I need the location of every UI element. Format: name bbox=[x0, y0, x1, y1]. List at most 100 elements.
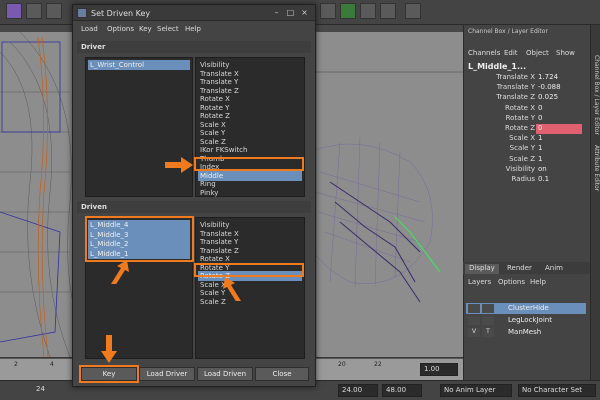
channel-row[interactable]: Translate Y -0.088 bbox=[464, 83, 591, 93]
tab-anim[interactable]: Anim bbox=[541, 264, 567, 274]
driver-attribute-item[interactable]: Pinky bbox=[198, 188, 302, 198]
layer-name: ManMesh bbox=[508, 328, 542, 336]
channel-name: Scale Z bbox=[509, 154, 535, 163]
layer-template-toggle[interactable]: T bbox=[482, 328, 494, 337]
tool-icon[interactable] bbox=[360, 3, 376, 19]
channel-value[interactable]: on bbox=[536, 165, 582, 175]
channel-row[interactable]: Translate X 1.724 bbox=[464, 73, 591, 83]
close-button[interactable]: Close bbox=[255, 367, 309, 381]
layer-row[interactable]: ClusterHide bbox=[466, 303, 586, 314]
channel-value[interactable]: 1 bbox=[536, 155, 582, 165]
channel-name: Rotate Z bbox=[505, 124, 535, 132]
menu-edit[interactable]: Edit bbox=[504, 49, 518, 57]
highlight-rotate-z-attr bbox=[194, 263, 304, 277]
channel-name: Translate X bbox=[496, 73, 535, 81]
channel-value[interactable]: 0 bbox=[536, 124, 582, 134]
channel-row[interactable]: Translate Z 0.025 bbox=[464, 93, 591, 103]
channel-value[interactable]: 0.025 bbox=[536, 93, 582, 103]
layer-row[interactable]: LegLockJoint bbox=[466, 315, 586, 326]
layer-visibility-toggle[interactable] bbox=[468, 304, 480, 313]
channel-row[interactable]: Rotate X0 bbox=[464, 104, 591, 114]
menu-options[interactable]: Options bbox=[107, 25, 134, 33]
driver-object-list[interactable]: L_Wrist_Control bbox=[85, 57, 193, 197]
arrow-up-icon bbox=[223, 277, 241, 301]
attribute-editor-tab[interactable]: Attribute Editor bbox=[592, 145, 600, 191]
channel-name: Scale Y bbox=[509, 144, 535, 153]
close-icon[interactable]: × bbox=[299, 8, 310, 18]
channel-box-tab[interactable]: Channel Box / Layer Editor bbox=[592, 55, 600, 135]
channel-value[interactable]: 0 bbox=[536, 104, 582, 114]
menu-select[interactable]: Select bbox=[157, 25, 179, 33]
channel-value[interactable]: 0.1 bbox=[536, 175, 582, 185]
side-tabs: Channel Box / Layer Editor Attribute Edi… bbox=[590, 25, 600, 380]
timeline-tick-label: 22 bbox=[374, 361, 382, 368]
dialog-menu: Load Options Key Select Help bbox=[73, 22, 315, 36]
character-set-select[interactable]: No Character Set bbox=[518, 384, 596, 397]
maya-cube-icon[interactable] bbox=[6, 3, 22, 19]
tool-icon[interactable] bbox=[405, 3, 421, 19]
driven-attribute-list[interactable]: Visibility Translate X Translate Y Translat… bbox=[195, 217, 305, 359]
arrow-right-icon bbox=[165, 157, 193, 173]
menu-channels[interactable]: Channels bbox=[468, 49, 500, 57]
channel-value[interactable]: 0 bbox=[536, 114, 582, 124]
tool-icon[interactable] bbox=[46, 3, 62, 19]
maximize-icon[interactable]: □ bbox=[285, 8, 296, 18]
range-end-field[interactable]: 48.00 bbox=[382, 384, 422, 397]
channel-value[interactable]: 1.724 bbox=[536, 73, 582, 83]
layer-visibility-toggle[interactable]: V bbox=[468, 328, 480, 337]
channel-name: Translate Z bbox=[496, 93, 535, 102]
anim-layer-select[interactable]: No Anim Layer bbox=[440, 384, 512, 397]
load-driven-button[interactable]: Load Driven bbox=[197, 367, 253, 381]
tool-icon[interactable] bbox=[380, 3, 396, 19]
menu-help[interactable]: Help bbox=[185, 25, 201, 33]
start-frame-label: 24 bbox=[36, 385, 45, 393]
menu-key[interactable]: Key bbox=[139, 25, 152, 33]
layer-template-toggle[interactable] bbox=[482, 304, 494, 313]
channel-row[interactable]: Rotate Y0 bbox=[464, 114, 591, 124]
menu-options[interactable]: Options bbox=[498, 278, 525, 286]
channel-row[interactable]: Rotate Z0 bbox=[464, 124, 591, 134]
menu-object[interactable]: Object bbox=[526, 49, 549, 57]
timeline-tick-label: 20 bbox=[338, 361, 346, 368]
menu-layers[interactable]: Layers bbox=[468, 278, 491, 286]
channel-row[interactable]: Visibility on bbox=[464, 165, 591, 175]
minimize-icon[interactable]: – bbox=[271, 8, 282, 18]
range-start-field[interactable]: 24.00 bbox=[338, 384, 378, 397]
channel-name: Visibility bbox=[505, 164, 535, 173]
channel-box-title: Channel Box / Layer Editor bbox=[468, 28, 548, 35]
channel-value[interactable]: -0.088 bbox=[536, 83, 582, 93]
layer-editor-tabs: Display Render Anim bbox=[463, 262, 590, 274]
dialog-titlebar: Set Driven Key – □ × bbox=[73, 5, 315, 21]
channel-name: Rotate Y bbox=[505, 113, 535, 122]
menu-show[interactable]: Show bbox=[556, 49, 575, 57]
tool-icon[interactable] bbox=[26, 3, 42, 19]
layer-visibility-toggle[interactable] bbox=[468, 316, 480, 325]
channel-row[interactable]: Radius 0.1 bbox=[464, 175, 591, 185]
arrow-up-icon bbox=[111, 260, 129, 284]
driven-attribute-item[interactable]: Scale Z bbox=[198, 297, 302, 307]
current-frame-field[interactable]: 1.00 bbox=[420, 363, 458, 376]
layer-template-toggle[interactable] bbox=[482, 316, 494, 325]
driver-header: Driver bbox=[77, 41, 311, 53]
set-driven-key-dialog: Set Driven Key – □ × Load Options Key Se… bbox=[72, 4, 316, 387]
load-driver-button[interactable]: Load Driver bbox=[139, 367, 195, 381]
channel-value[interactable]: 1 bbox=[536, 144, 582, 154]
menu-load[interactable]: Load bbox=[81, 25, 98, 33]
tab-render[interactable]: Render bbox=[503, 264, 536, 274]
channel-row[interactable]: Scale X1 bbox=[464, 134, 591, 144]
channel-name: Radius bbox=[511, 175, 535, 183]
channel-name: Translate Y bbox=[496, 83, 535, 92]
channel-row[interactable]: Scale Y1 bbox=[464, 144, 591, 154]
channel-value[interactable]: 1 bbox=[536, 134, 582, 144]
layer-row[interactable]: V T ManMesh bbox=[466, 327, 586, 338]
tool-icon[interactable] bbox=[340, 3, 356, 19]
arrow-down-icon bbox=[101, 335, 117, 363]
menu-help[interactable]: Help bbox=[530, 278, 546, 286]
highlight-key-button bbox=[79, 365, 139, 383]
tool-icon[interactable] bbox=[320, 3, 336, 19]
driver-attribute-list[interactable]: Visibility Translate X Translate Y Translat… bbox=[195, 57, 305, 197]
tab-display[interactable]: Display bbox=[465, 264, 499, 274]
window-icon bbox=[77, 8, 87, 18]
driver-object-item[interactable]: L_Wrist_Control bbox=[88, 60, 190, 70]
channel-row[interactable]: Scale Z1 bbox=[464, 155, 591, 165]
